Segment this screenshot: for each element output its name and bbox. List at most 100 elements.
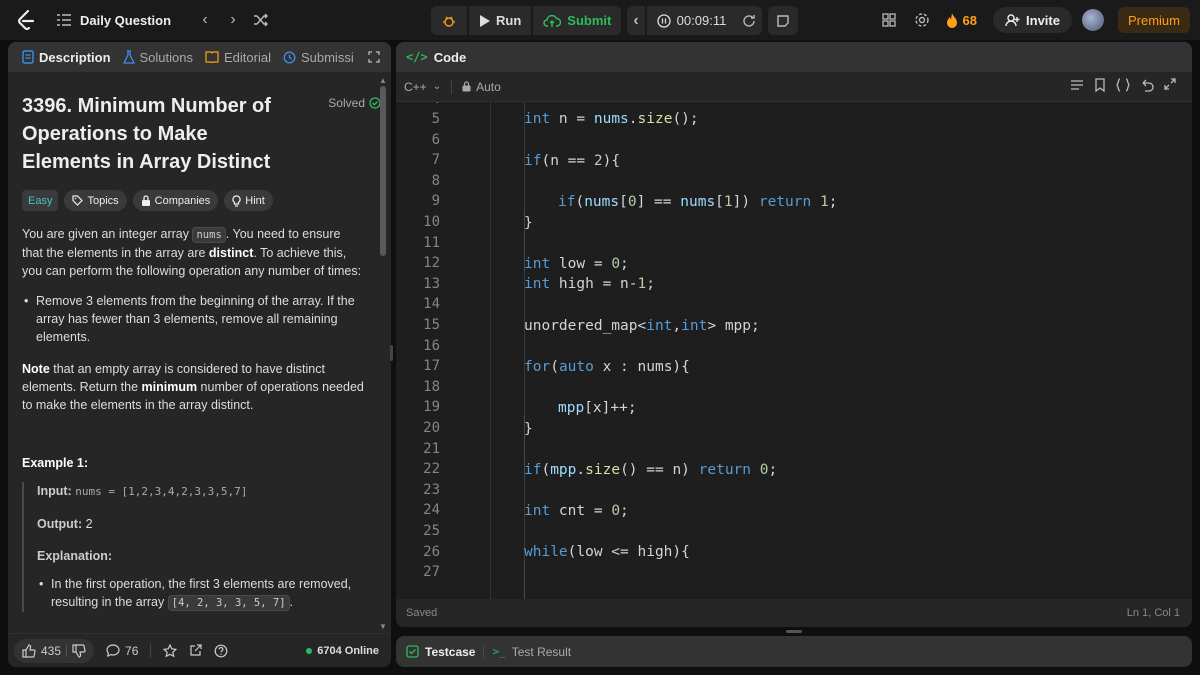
refresh-icon: [743, 14, 756, 27]
line-number: 10: [423, 214, 440, 230]
run-button[interactable]: Run: [469, 6, 531, 35]
layout-button[interactable]: [881, 13, 896, 27]
hint-chip[interactable]: Hint: [224, 190, 273, 211]
leetcode-logo-icon[interactable]: [14, 8, 38, 32]
undo-icon[interactable]: [1140, 78, 1154, 92]
book-icon: [205, 51, 219, 63]
auto-mode-toggle[interactable]: Auto: [462, 80, 501, 94]
lock-icon: [462, 81, 471, 92]
test-tab-bar: Testcase >_ Test Result: [396, 636, 1192, 667]
editor-tools: [1070, 78, 1176, 92]
code-line-17: for(auto x : nums){: [524, 359, 690, 375]
maximize-panel-button[interactable]: [362, 42, 386, 72]
scroll-down-icon: ▼: [379, 622, 387, 631]
checkbox-icon: [406, 645, 419, 658]
thumbs-down-icon[interactable]: [72, 643, 86, 658]
code-line-10: }: [524, 215, 533, 231]
settings-button[interactable]: [914, 12, 930, 28]
code-line-24: int cnt = 0;: [524, 503, 629, 519]
line-number: 17: [423, 358, 440, 375]
format-icon[interactable]: [1070, 78, 1084, 92]
code-line-7: if(n == 2){: [524, 153, 621, 169]
line-number: 8: [431, 172, 440, 189]
code-tab[interactable]: </> Code: [396, 42, 1192, 72]
line-number-gutter: 4 5 6 7 8 9 10 11 12 13 14 15 16 17 18 19 20 21 22 23 24 25 2…: [396, 102, 446, 627]
line-number: 22: [423, 461, 440, 478]
code-line-9: if(nums[0] == nums[1]) return 1;: [558, 194, 838, 210]
difficulty-badge: Easy: [22, 190, 59, 211]
page-title: 3396. Minimum Number of Operations to Ma…: [22, 95, 271, 173]
bookmark-icon[interactable]: [1094, 78, 1106, 92]
notes-button[interactable]: [768, 6, 799, 35]
collapse-timer-button[interactable]: ‹: [627, 6, 644, 35]
code-editor[interactable]: 4 5 6 7 8 9 10 11 12 13 14 15 16 17 18 19 20 21 22 23 24 25 2…: [396, 102, 1192, 627]
top-bar: Daily Question ‹ › Run Submit ‹ 00:09:11…: [0, 0, 1200, 40]
line-number: 9: [431, 193, 440, 210]
companies-chip[interactable]: Companies: [132, 190, 219, 211]
line-number: 20: [423, 420, 440, 436]
submit-button[interactable]: Submit: [533, 6, 621, 35]
explanation-list: In the first operation, the first 3 elem…: [37, 575, 364, 612]
share-button[interactable]: [189, 644, 202, 657]
comment-icon: [106, 644, 120, 657]
example-explanation-label: Explanation:: [37, 549, 113, 563]
code-panel: </> Code C++ ⌄ Auto 4 5 6 7 8 9 10 11 12 13 14 15 1…: [396, 42, 1192, 627]
timer-group: ‹ 00:09:11: [627, 6, 763, 35]
document-icon: [22, 50, 34, 64]
chevron-down-icon: ⌄: [432, 81, 442, 92]
timer[interactable]: 00:09:11: [647, 6, 737, 35]
line-number: 4: [432, 102, 440, 107]
bug-icon: [443, 16, 455, 27]
problem-list-icon[interactable]: [56, 13, 72, 27]
topics-chip[interactable]: Topics: [64, 190, 127, 211]
line-number: 14: [423, 296, 440, 313]
vertical-resize-handle[interactable]: [786, 630, 802, 633]
example-input: Input: nums = [1,2,3,4,2,3,3,5,7]: [37, 484, 248, 498]
next-problem-button[interactable]: ›: [219, 6, 247, 34]
problem-chips: Easy Topics Companies Hint: [22, 190, 364, 211]
favorite-button[interactable]: [163, 643, 178, 658]
lock-icon: [141, 195, 150, 206]
fullscreen-icon[interactable]: [1164, 78, 1176, 90]
tab-testcase[interactable]: Testcase: [406, 645, 475, 659]
line-number: 11: [423, 234, 440, 251]
tab-editorial[interactable]: Editorial: [199, 42, 277, 72]
avatar[interactable]: [1081, 9, 1104, 31]
help-button[interactable]: [214, 644, 228, 658]
code-line-19: mpp[x]++;: [558, 400, 637, 416]
tab-submissions[interactable]: Submissi: [277, 42, 360, 72]
premium-button[interactable]: Premium: [1117, 7, 1190, 33]
editor-status-bar: Saved Ln 1, Col 1: [396, 599, 1192, 627]
language-select[interactable]: C++ ⌄: [404, 80, 441, 94]
tab-description[interactable]: Description: [16, 42, 117, 72]
panel-resize-handle[interactable]: [390, 345, 393, 361]
list-item: Remove 3 elements from the beginning of …: [24, 292, 364, 346]
debug-button[interactable]: [431, 6, 467, 35]
line-number: 19: [423, 399, 440, 416]
line-number: 6: [431, 131, 440, 148]
scroll-up-icon: ▲: [379, 76, 387, 85]
tag-icon: [72, 195, 84, 206]
tab-test-result[interactable]: >_ Test Result: [492, 645, 571, 659]
code-line-12: int low = 0;: [524, 256, 629, 272]
invite-button[interactable]: Invite: [993, 7, 1072, 33]
line-number: 12: [423, 255, 440, 272]
thumbs-up-icon[interactable]: [22, 643, 36, 658]
grid-icon: [881, 13, 896, 27]
line-number: 27: [423, 564, 440, 581]
collapse-panel-button[interactable]: ‹: [386, 42, 391, 72]
reset-timer-button[interactable]: [736, 6, 762, 35]
streak-counter[interactable]: 68: [946, 12, 977, 28]
prev-problem-button[interactable]: ‹: [191, 6, 219, 34]
save-status: Saved: [406, 607, 438, 619]
braces-icon[interactable]: [1116, 78, 1130, 92]
shuffle-button[interactable]: [247, 6, 275, 34]
chevron-right-icon: ›: [230, 11, 236, 28]
comments-button[interactable]: 76: [106, 644, 138, 658]
line-number: 24: [423, 502, 440, 519]
line-number: 7: [431, 152, 440, 169]
left-tab-bar: Description Solutions Editorial Submissi…: [8, 42, 391, 72]
tab-solutions[interactable]: Solutions: [117, 42, 199, 72]
description-scrollbar[interactable]: ▲ ▼: [379, 76, 387, 631]
daily-question-link[interactable]: Daily Question: [80, 13, 171, 28]
